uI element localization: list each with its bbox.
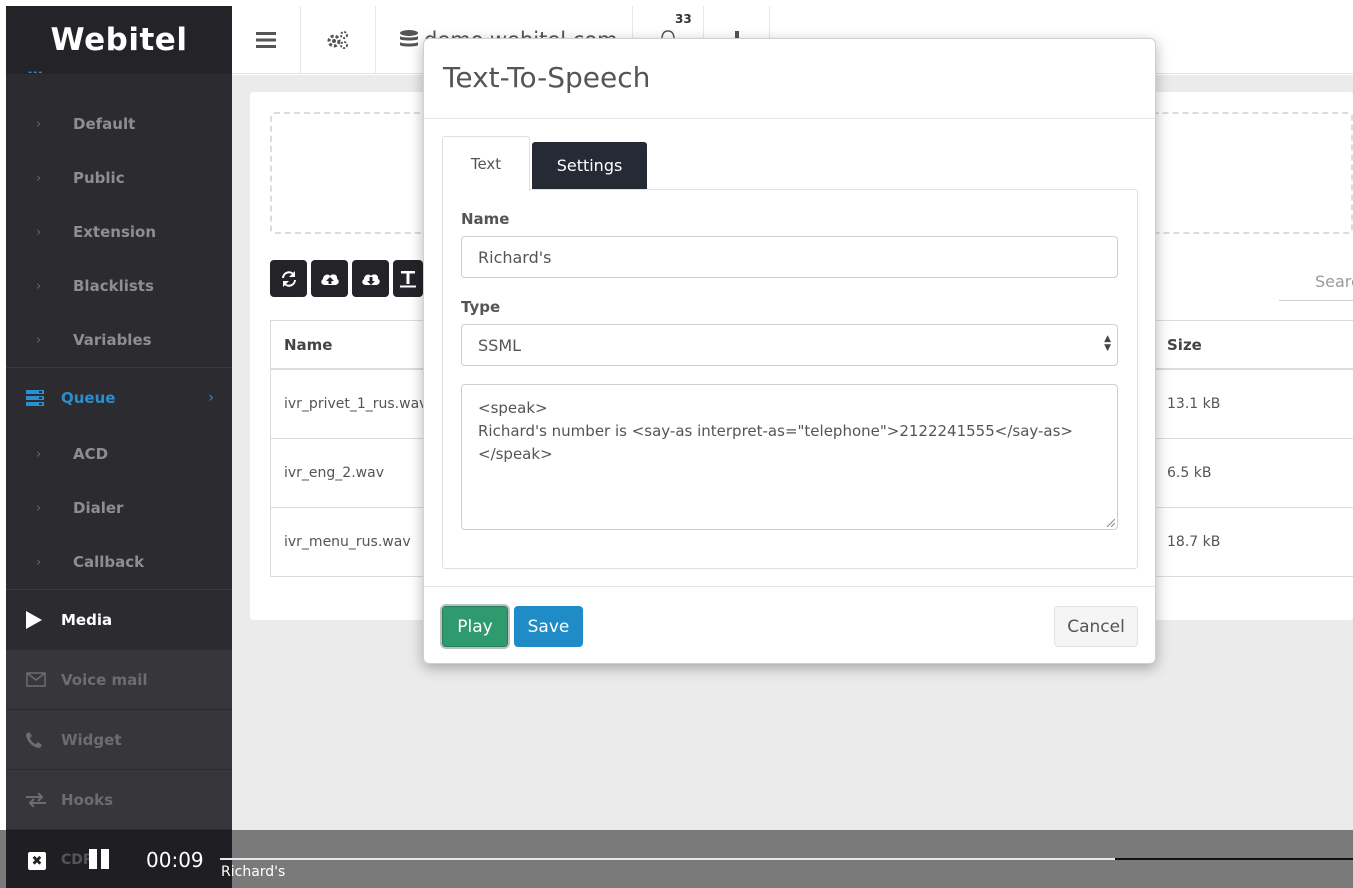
cancel-button-label: Cancel	[1067, 616, 1125, 637]
select-arrows-icon: ▲ ▼	[1104, 334, 1111, 353]
menu-toggle-button[interactable]	[232, 6, 301, 74]
file-name: ivr_eng_2.wav	[284, 465, 384, 481]
pause-icon[interactable]	[89, 849, 109, 869]
sidebar-item-variables[interactable]: › Variables	[6, 313, 232, 367]
text-to-speech-modal: Text-To-Speech Text Settings Name Richar…	[423, 38, 1156, 664]
download-button[interactable]	[352, 260, 389, 297]
sidebar-item-public[interactable]: › Public	[6, 151, 232, 205]
refresh-button[interactable]	[270, 260, 307, 297]
type-label: Type	[461, 298, 501, 316]
resize-grip-icon[interactable]	[1105, 517, 1115, 527]
sidebar-item-label: Dialer	[73, 499, 124, 517]
file-name: ivr_menu_rus.wav	[284, 534, 411, 550]
chevron-right-icon: ›	[36, 446, 42, 462]
name-input[interactable]: Richard's	[461, 236, 1118, 278]
file-size: 18.7 kB	[1167, 534, 1221, 550]
refresh-icon	[281, 270, 296, 287]
sidebar-item-label: Callback	[73, 553, 145, 571]
server-icon	[6, 389, 61, 406]
sidebar-item-label: Variables	[73, 331, 152, 349]
close-player-icon[interactable]: ✖	[28, 852, 46, 870]
sidebar-item-label: Queue	[61, 388, 116, 407]
sidebar-item-label: Voice mail	[61, 670, 148, 689]
play-button-label: Play	[457, 616, 493, 637]
sidebar-item-label: Public	[73, 169, 125, 187]
ssml-textarea[interactable]: <speak> Richard's number is <say-as inte…	[461, 384, 1118, 530]
sidebar-item-extension[interactable]: › Extension	[6, 205, 232, 259]
chevron-right-icon: ›	[208, 389, 214, 406]
logo[interactable]: Webitel ---	[6, 6, 232, 78]
file-size: 13.1 kB	[1167, 396, 1221, 412]
phone-icon	[6, 731, 61, 748]
search-input[interactable]: Search	[1279, 262, 1353, 301]
sidebar-item-label: Widget	[61, 730, 122, 749]
column-header-name[interactable]: Name	[284, 336, 332, 354]
cancel-button[interactable]: Cancel	[1054, 606, 1138, 647]
type-select[interactable]: SSML ▲ ▼	[461, 324, 1118, 366]
sidebar-item-acd[interactable]: › ACD	[6, 427, 232, 481]
type-select-value: SSML	[478, 335, 522, 355]
ssml-text: <speak> Richard's number is <say-as inte…	[478, 399, 1073, 463]
text-to-speech-button[interactable]	[393, 260, 423, 297]
column-header-size[interactable]: Size	[1167, 336, 1202, 354]
sidebar-item-label: ACD	[73, 445, 109, 463]
tab-text[interactable]: Text	[442, 136, 530, 191]
database-icon	[400, 30, 418, 47]
chevron-right-icon: ›	[36, 554, 42, 570]
player-time: 00:09	[146, 848, 204, 872]
chevron-right-icon: ›	[36, 500, 42, 516]
modal-footer-divider	[424, 586, 1155, 587]
sidebar-item-hooks[interactable]: Hooks	[6, 769, 232, 829]
cloud-download-icon	[361, 273, 380, 285]
sidebar-item-media[interactable]: Media	[6, 589, 232, 649]
modal-header-divider	[424, 118, 1155, 119]
sidebar-item-queue[interactable]: Queue ›	[6, 367, 232, 427]
logo-text: Webitel	[50, 22, 188, 58]
play-button[interactable]: Play	[442, 606, 508, 647]
modal-title: Text-To-Speech	[443, 61, 651, 94]
search-placeholder: Search	[1315, 272, 1353, 291]
hamburger-icon	[256, 32, 276, 48]
chevron-right-icon: ›	[36, 332, 42, 348]
chevron-right-icon: ›	[36, 224, 42, 240]
chevron-right-icon: ›	[36, 170, 42, 186]
sidebar-item-label: Extension	[73, 223, 156, 241]
sidebar-item-label: Blacklists	[73, 277, 154, 295]
upload-button[interactable]	[311, 260, 348, 297]
save-button[interactable]: Save	[514, 606, 583, 647]
sidebar-item-voice-mail[interactable]: Voice mail	[6, 649, 232, 709]
cloud-upload-icon	[320, 273, 339, 285]
tab-label: Settings	[556, 156, 623, 175]
notifications-badge: 33	[675, 12, 692, 26]
name-input-value: Richard's	[478, 247, 552, 267]
sidebar-item-dialer[interactable]: › Dialer	[6, 481, 232, 535]
tab-settings[interactable]: Settings	[532, 142, 647, 189]
sidebar-item-label: Media	[61, 610, 113, 629]
chevron-right-icon: ›	[36, 278, 42, 294]
sidebar-item-label: Hooks	[61, 790, 114, 809]
chevron-right-icon: ›	[36, 116, 42, 132]
exchange-icon	[6, 792, 61, 807]
sidebar: Webitel --- › Default › Public › Extensi…	[6, 6, 232, 888]
play-icon	[6, 610, 61, 629]
save-button-label: Save	[527, 616, 570, 637]
sidebar-item-label: Default	[73, 115, 136, 133]
sidebar-item-widget[interactable]: Widget	[6, 709, 232, 769]
gears-icon	[327, 31, 348, 49]
file-name: ivr_privet_1_rus.wav	[284, 396, 428, 412]
text-icon	[400, 270, 416, 287]
name-label: Name	[461, 210, 510, 228]
envelope-icon	[6, 672, 61, 687]
sidebar-item-blacklists[interactable]: › Blacklists	[6, 259, 232, 313]
progress-fill	[220, 858, 1115, 860]
tab-label: Text	[470, 155, 502, 173]
sidebar-item-default[interactable]: › Default	[6, 97, 232, 151]
logo-dots: ---	[28, 67, 44, 78]
track-name: Richard's	[221, 864, 286, 880]
sidebar-item-callback[interactable]: › Callback	[6, 535, 232, 589]
file-size: 6.5 kB	[1167, 465, 1212, 481]
settings-button[interactable]	[301, 6, 376, 74]
